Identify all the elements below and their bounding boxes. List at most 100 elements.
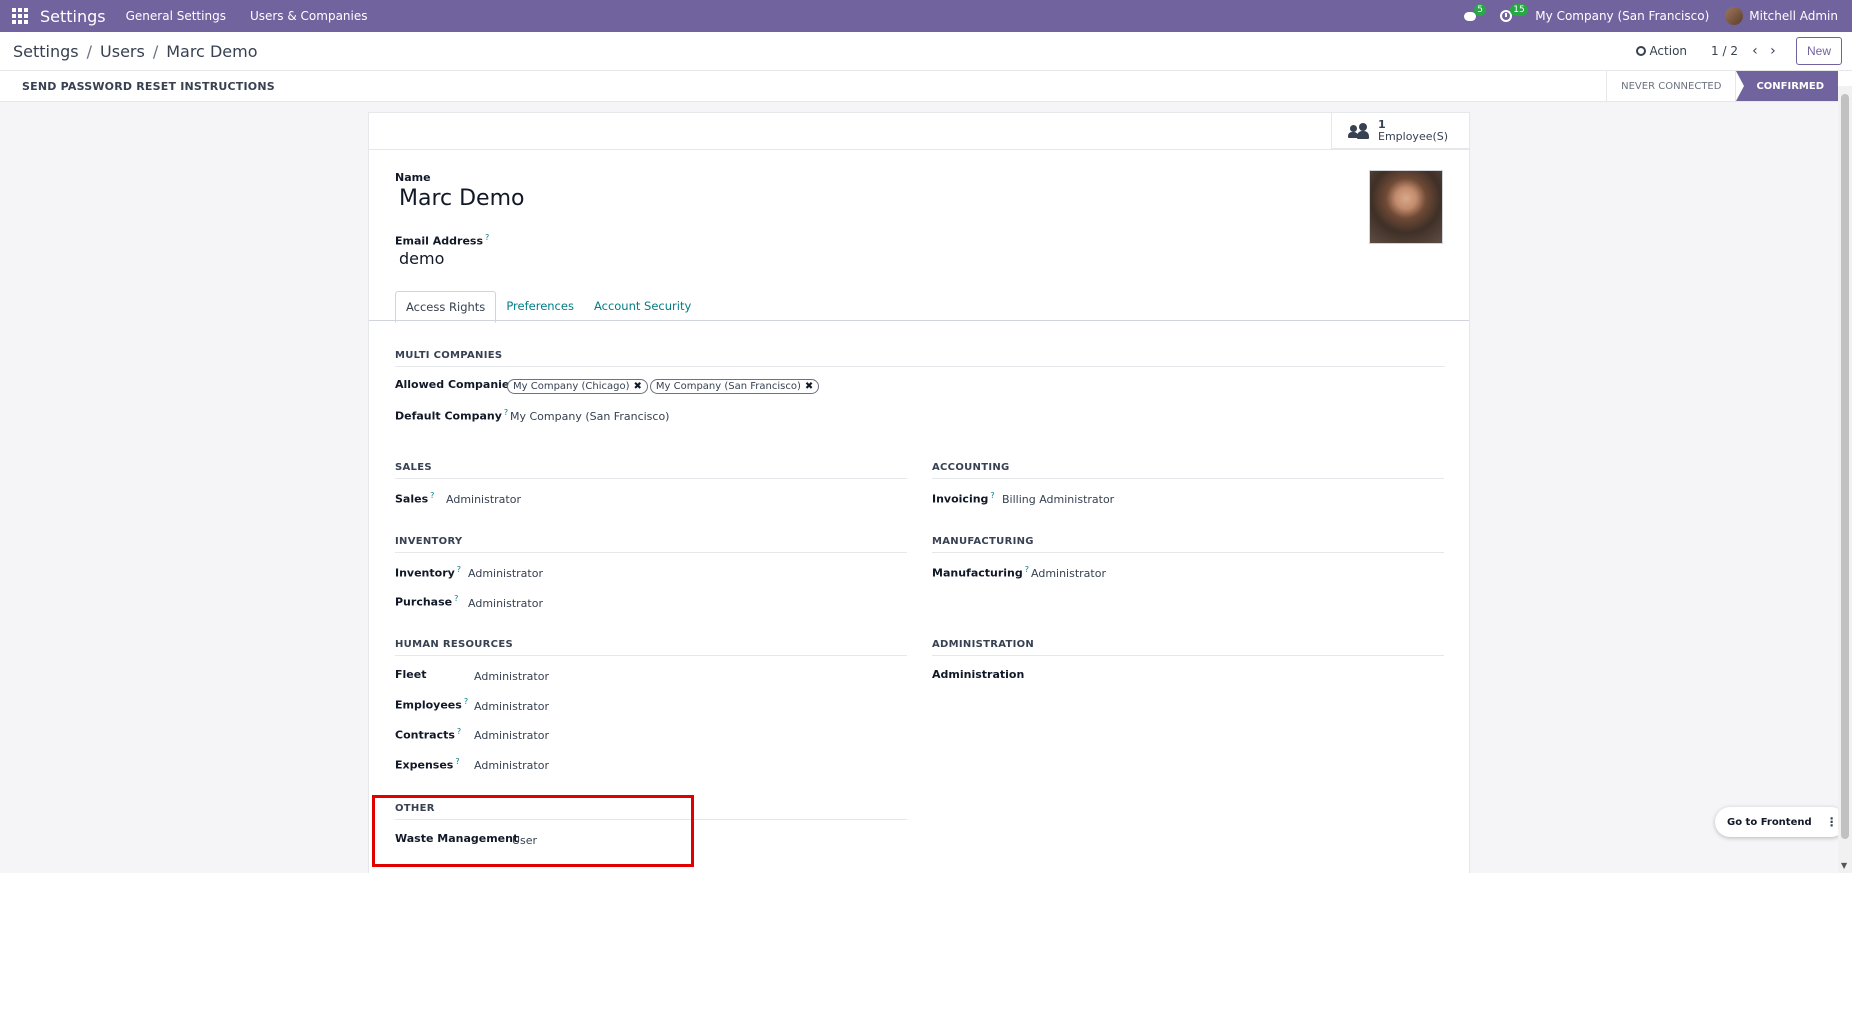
- form-tabs: Access Rights Preferences Account Securi…: [395, 291, 701, 323]
- help-tooltip-icon[interactable]: ?: [457, 727, 461, 736]
- invoicing-label-text: Invoicing: [932, 492, 989, 506]
- purchase-label: Purchase?: [395, 594, 458, 609]
- breadcrumb-separator: /: [152, 41, 159, 61]
- name-field[interactable]: Marc Demo: [399, 186, 524, 211]
- company-tag-label: My Company (San Francisco): [655, 381, 801, 392]
- new-record-button[interactable]: New: [1795, 37, 1842, 65]
- company-tag-label: My Company (Chicago): [513, 381, 630, 392]
- scroll-down-icon[interactable]: ▼: [1841, 861, 1847, 870]
- group-title-sales: SALES: [395, 462, 907, 479]
- manufacturing-field[interactable]: Administrator: [1031, 567, 1106, 580]
- sales-label: Sales?: [395, 491, 434, 506]
- sales-field[interactable]: Administrator: [446, 493, 521, 506]
- messaging-menu[interactable]: 5: [1463, 4, 1487, 24]
- invoicing-label: Invoicing?: [932, 491, 995, 506]
- breadcrumb-settings[interactable]: Settings: [13, 42, 79, 61]
- scrollbar-thumb[interactable]: [1841, 94, 1849, 839]
- employees-field[interactable]: Administrator: [474, 700, 549, 713]
- group-title-accounting: ACCOUNTING: [932, 462, 1444, 479]
- navbar-systray: 5 15 My Company (San Francisco) Mitchell…: [1463, 4, 1852, 25]
- status-stages: NEVER CONNECTED CONFIRMED: [1606, 71, 1852, 101]
- help-tooltip-icon[interactable]: ?: [454, 594, 458, 603]
- more-options-icon[interactable]: ⋮: [1826, 815, 1838, 829]
- help-tooltip-icon[interactable]: ?: [457, 565, 461, 574]
- action-menu-button[interactable]: Action: [1636, 44, 1687, 58]
- email-label: Email Address?: [395, 233, 489, 248]
- group-title-human-resources: HUMAN RESOURCES: [395, 639, 907, 656]
- tab-preferences[interactable]: Preferences: [496, 291, 584, 323]
- inventory-label: Inventory?: [395, 565, 461, 580]
- group-title-manufacturing: MANUFACTURING: [932, 536, 1444, 553]
- go-to-frontend-button[interactable]: Go to Frontend: [1727, 817, 1812, 828]
- menu-general-settings[interactable]: General Settings: [126, 9, 226, 23]
- go-to-frontend-widget: Go to Frontend ⋮: [1715, 807, 1846, 837]
- manufacturing-label-text: Manufacturing: [932, 566, 1023, 580]
- purchase-label-text: Purchase: [395, 595, 453, 609]
- help-tooltip-icon[interactable]: ?: [430, 491, 434, 500]
- control-panel-actions: Action 1 / 2 ‹ › New: [1636, 37, 1852, 65]
- stage-confirmed: CONFIRMED: [1735, 71, 1838, 101]
- user-menu[interactable]: Mitchell Admin: [1725, 7, 1838, 25]
- allowed-companies-field[interactable]: My Company (Chicago) ✖ My Company (San Fr…: [507, 379, 821, 394]
- expenses-field[interactable]: Administrator: [474, 759, 549, 772]
- contracts-label: Contracts?: [395, 727, 461, 742]
- employees-smart-button[interactable]: 1 Employee(S): [1331, 113, 1469, 149]
- breadcrumb-users[interactable]: Users: [100, 42, 145, 61]
- vertical-scrollbar[interactable]: ▼: [1838, 86, 1852, 873]
- user-photo[interactable]: [1369, 170, 1443, 244]
- name-label: Name: [395, 171, 431, 184]
- users-icon: [1348, 122, 1370, 139]
- employee-label: Employee(S): [1378, 129, 1449, 143]
- inventory-label-text: Inventory: [395, 566, 455, 580]
- invoicing-field[interactable]: Billing Administrator: [1002, 493, 1114, 506]
- help-tooltip-icon[interactable]: ?: [990, 491, 994, 500]
- fleet-field[interactable]: Administrator: [474, 670, 549, 683]
- help-tooltip-icon[interactable]: ?: [504, 408, 508, 417]
- employee-count: 1: [1378, 117, 1386, 131]
- pager-value[interactable]: 1 / 2: [1711, 44, 1738, 58]
- top-navbar: Settings General Settings Users & Compan…: [0, 0, 1852, 32]
- pager-next-icon[interactable]: ›: [1764, 43, 1782, 59]
- remove-tag-icon[interactable]: ✖: [633, 381, 641, 392]
- manufacturing-label: Manufacturing?: [932, 565, 1029, 580]
- grid-icon: [12, 8, 28, 24]
- activities-count-badge: 15: [1510, 4, 1528, 16]
- group-title-multi-companies: MULTI COMPANIES: [395, 350, 1445, 367]
- tab-access-rights[interactable]: Access Rights: [395, 291, 497, 323]
- administration-label: Administration: [932, 668, 1025, 681]
- app-brand[interactable]: Settings: [40, 7, 106, 26]
- default-company-label: Default Company?: [395, 408, 508, 423]
- fleet-label: Fleet: [395, 668, 427, 681]
- help-tooltip-icon[interactable]: ?: [485, 233, 489, 242]
- control-panel: Settings / Users / Marc Demo Action 1 / …: [0, 32, 1852, 70]
- contracts-field[interactable]: Administrator: [474, 729, 549, 742]
- menu-users-companies[interactable]: Users & Companies: [250, 9, 368, 23]
- employees-label: Employees?: [395, 697, 468, 712]
- email-field[interactable]: demo: [399, 249, 444, 268]
- purchase-field[interactable]: Administrator: [468, 597, 543, 610]
- default-company-field[interactable]: My Company (San Francisco): [510, 410, 669, 423]
- expenses-label: Expenses?: [395, 757, 460, 772]
- form-sheet: 1 Employee(S) Name Marc Demo Email Addre…: [368, 112, 1470, 873]
- viewport: Settings General Settings Users & Compan…: [0, 0, 1852, 873]
- send-password-reset-button[interactable]: SEND PASSWORD RESET INSTRUCTIONS: [0, 80, 275, 93]
- help-tooltip-icon[interactable]: ?: [455, 757, 459, 766]
- highlight-box: [372, 795, 694, 867]
- email-label-text: Email Address: [395, 234, 484, 248]
- app-root: Settings General Settings Users & Compan…: [0, 0, 1852, 1009]
- help-tooltip-icon[interactable]: ?: [1025, 565, 1029, 574]
- allowed-companies-label: Allowed Companies: [395, 378, 516, 391]
- breadcrumb: Settings / Users / Marc Demo: [0, 42, 257, 61]
- inventory-field[interactable]: Administrator: [468, 567, 543, 580]
- tab-account-security[interactable]: Account Security: [584, 291, 701, 323]
- pager-previous-icon[interactable]: ‹: [1746, 43, 1764, 59]
- help-tooltip-icon[interactable]: ?: [464, 697, 468, 706]
- employees-stat: 1 Employee(S): [1378, 117, 1449, 143]
- sales-label-text: Sales: [395, 492, 429, 506]
- action-label: Action: [1649, 44, 1688, 58]
- messages-count-badge: 5: [1474, 4, 1487, 16]
- remove-tag-icon[interactable]: ✖: [805, 381, 813, 392]
- company-switcher[interactable]: My Company (San Francisco): [1535, 9, 1709, 23]
- apps-menu-icon[interactable]: [0, 0, 40, 32]
- activity-menu[interactable]: 15: [1499, 4, 1528, 24]
